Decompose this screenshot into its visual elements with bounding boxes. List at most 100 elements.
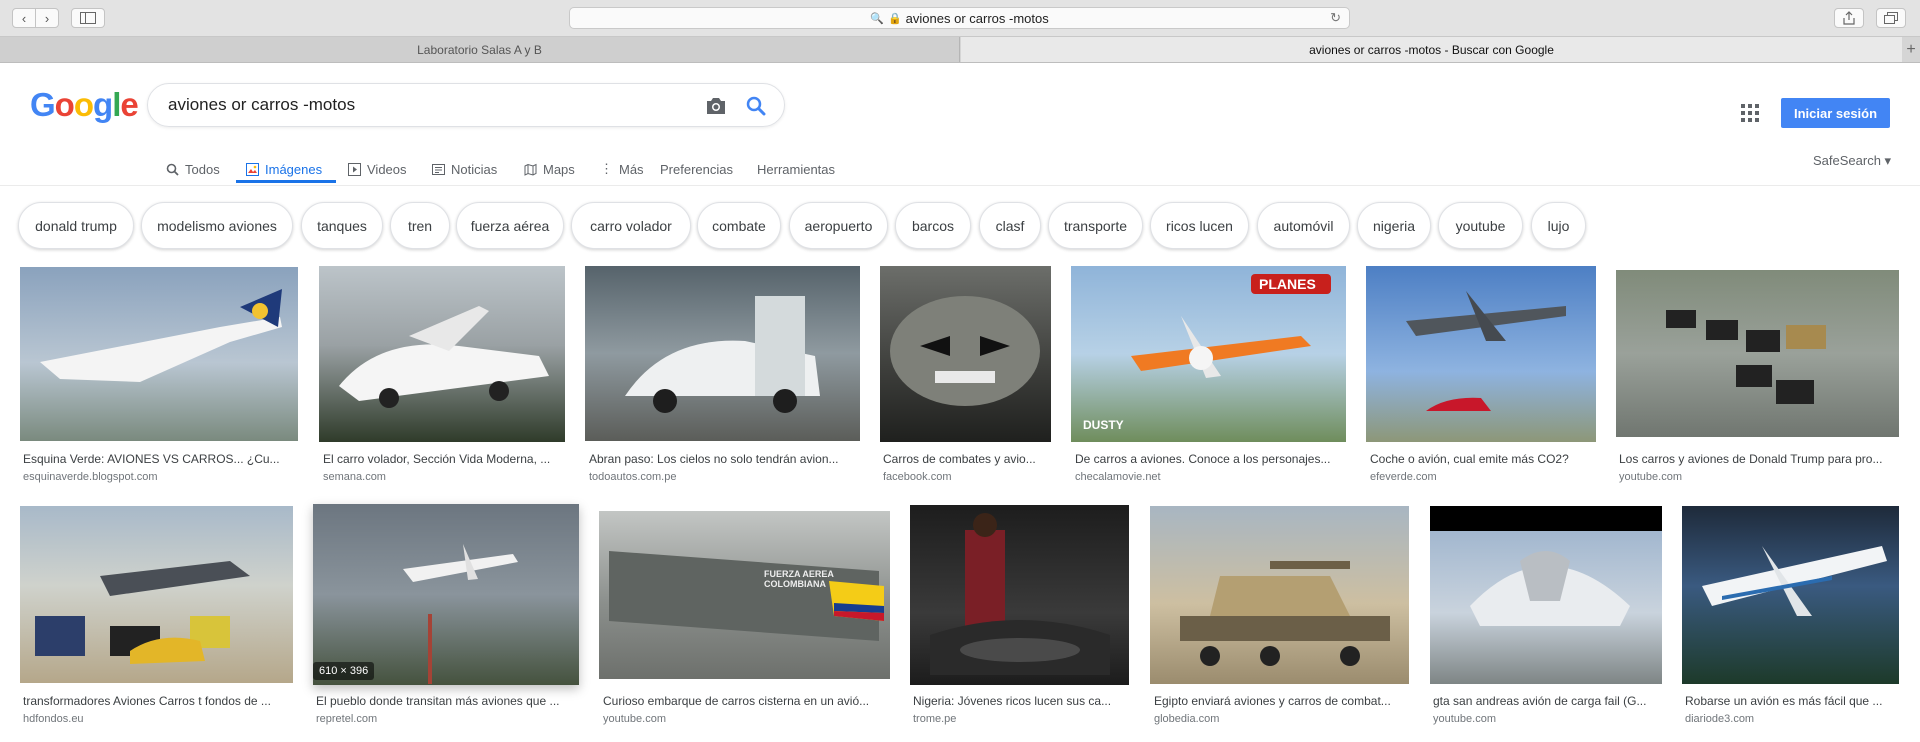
- tab-preferencias[interactable]: Preferencias: [660, 154, 733, 184]
- result-image[interactable]: [1682, 506, 1899, 684]
- chip-youtube[interactable]: youtube: [1438, 202, 1523, 249]
- chip-modelismo-aviones[interactable]: modelismo aviones: [141, 202, 293, 249]
- result-caption[interactable]: Carros de combates y avio...: [883, 452, 1049, 466]
- camera-icon[interactable]: [704, 95, 728, 117]
- result-caption[interactable]: Curioso embarque de carros cisterna en u…: [603, 694, 886, 708]
- result-source: efeverde.com: [1370, 471, 1437, 483]
- tab-label: Imágenes: [265, 161, 323, 177]
- search-icon: [166, 163, 179, 176]
- tab-bar: Laboratorio Salas A y B aviones or carro…: [0, 37, 1920, 63]
- result-source: globedia.com: [1154, 713, 1220, 725]
- result-image[interactable]: [585, 266, 860, 441]
- result-source: repretel.com: [316, 713, 378, 725]
- tab-herramientas[interactable]: Herramientas: [757, 154, 835, 184]
- chip-clasf[interactable]: clasf: [979, 202, 1041, 249]
- tab-todos[interactable]: Todos: [166, 154, 220, 184]
- result-image[interactable]: [1430, 506, 1662, 684]
- search-input[interactable]: [166, 94, 670, 116]
- result-caption[interactable]: El carro volador, Sección Vida Moderna, …: [323, 452, 563, 466]
- share-icon: [1843, 11, 1855, 25]
- plus-icon: +: [1906, 40, 1916, 58]
- google-logo[interactable]: Google: [30, 86, 139, 124]
- share-button[interactable]: [1834, 8, 1864, 28]
- chip-transporte[interactable]: transporte: [1048, 202, 1143, 249]
- sidebar-toggle-button[interactable]: [71, 8, 105, 28]
- result-source: youtube.com: [1619, 471, 1682, 483]
- logo-letter: G: [30, 86, 56, 123]
- chip-aeropuerto[interactable]: aeropuerto: [789, 202, 888, 249]
- lock-icon: 🔒: [887, 12, 902, 25]
- result-caption[interactable]: Coche o avión, cual emite más CO2?: [1370, 452, 1594, 466]
- apps-grid-icon[interactable]: [1741, 104, 1759, 122]
- tab-videos[interactable]: Videos: [348, 154, 407, 184]
- result-caption[interactable]: gta san andreas avión de carga fail (G..…: [1433, 694, 1659, 708]
- result-image[interactable]: [20, 267, 298, 441]
- result-image[interactable]: FUERZA AEREA COLOMBIANA: [599, 511, 890, 679]
- result-caption[interactable]: Esquina Verde: AVIONES VS CARROS... ¿Cu.…: [23, 452, 295, 466]
- chip-fuerza-aerea[interactable]: fuerza aérea: [456, 202, 564, 249]
- logo-letter: l: [112, 86, 121, 123]
- result-source: youtube.com: [603, 713, 666, 725]
- logo-letter: o: [54, 86, 75, 123]
- tab-mas[interactable]: ⋮ Más: [600, 154, 644, 184]
- result-caption[interactable]: El pueblo donde transitan más aviones qu…: [316, 694, 574, 708]
- logo-letter: e: [120, 86, 138, 123]
- result-image[interactable]: [20, 506, 293, 683]
- result-image[interactable]: [880, 266, 1051, 442]
- more-icon: ⋮: [600, 161, 613, 176]
- show-tabs-button[interactable]: [1876, 8, 1906, 28]
- aircraft-livery-text: FUERZA AEREA COLOMBIANA: [764, 569, 834, 589]
- tab-maps[interactable]: Maps: [524, 154, 575, 184]
- result-caption[interactable]: De carros a aviones. Conoce a los person…: [1075, 452, 1343, 466]
- result-caption[interactable]: Robarse un avión es más fácil que ...: [1685, 694, 1897, 708]
- address-text: aviones or carros -motos: [905, 10, 1049, 26]
- result-image[interactable]: [1616, 270, 1899, 437]
- chip-combate[interactable]: combate: [697, 202, 781, 249]
- result-caption[interactable]: Los carros y aviones de Donald Trump par…: [1619, 452, 1897, 466]
- result-image[interactable]: [319, 266, 565, 442]
- result-caption[interactable]: transformadores Aviones Carros t fondos …: [23, 694, 289, 708]
- safesearch-dropdown[interactable]: SafeSearch ▾: [1813, 153, 1891, 169]
- sidebar-icon: [80, 12, 96, 24]
- result-source: semana.com: [323, 471, 386, 483]
- result-image[interactable]: [1366, 266, 1596, 442]
- chip-ricos-lucen[interactable]: ricos lucen: [1150, 202, 1249, 249]
- tab-label: Videos: [367, 161, 407, 177]
- image-icon: [246, 162, 259, 176]
- result-image[interactable]: [910, 505, 1129, 685]
- chip-automovil[interactable]: automóvil: [1257, 202, 1350, 249]
- chip-lujo[interactable]: lujo: [1531, 202, 1586, 249]
- tab-noticias[interactable]: Noticias: [432, 154, 497, 184]
- forward-button[interactable]: ›: [35, 8, 59, 28]
- tab-laboratorio[interactable]: Laboratorio Salas A y B: [0, 37, 960, 62]
- tab-label: Todos: [185, 161, 220, 177]
- tab-label: Preferencias: [660, 161, 733, 177]
- search-icon[interactable]: [745, 95, 767, 117]
- chip-tanques[interactable]: tanques: [301, 202, 383, 249]
- result-source: trome.pe: [913, 713, 957, 725]
- result-source: todoautos.com.pe: [589, 471, 677, 483]
- chevron-right-icon: ›: [44, 10, 50, 26]
- result-caption[interactable]: Nigeria: Jóvenes ricos lucen sus ca...: [913, 694, 1125, 708]
- result-caption[interactable]: Egipto enviará aviones y carros de comba…: [1154, 694, 1406, 708]
- news-icon: [432, 163, 445, 176]
- back-button[interactable]: ‹: [12, 8, 36, 28]
- result-image[interactable]: PLANES DUSTY: [1071, 266, 1346, 442]
- tab-google-search[interactable]: aviones or carros -motos - Buscar con Go…: [961, 37, 1902, 62]
- result-caption[interactable]: Abran paso: Los cielos no solo tendrán a…: [589, 452, 857, 466]
- chip-carro-volador[interactable]: carro volador: [571, 202, 691, 249]
- result-image[interactable]: [313, 504, 579, 685]
- reload-icon[interactable]: ↻: [1330, 10, 1341, 26]
- new-tab-button[interactable]: +: [1902, 37, 1920, 62]
- result-source: youtube.com: [1433, 713, 1496, 725]
- tab-label: Maps: [543, 161, 575, 177]
- chip-barcos[interactable]: barcos: [895, 202, 971, 249]
- chip-nigeria[interactable]: nigeria: [1357, 202, 1431, 249]
- chip-tren[interactable]: tren: [390, 202, 450, 249]
- chip-donald-trump[interactable]: donald trump: [18, 202, 134, 249]
- character-name-overlay: DUSTY: [1083, 418, 1124, 432]
- tab-label: Herramientas: [757, 161, 836, 177]
- address-bar[interactable]: 🔍 🔒 aviones or carros -motos ↻: [569, 7, 1350, 29]
- result-image[interactable]: [1150, 506, 1409, 684]
- signin-button[interactable]: Iniciar sesión: [1781, 98, 1890, 128]
